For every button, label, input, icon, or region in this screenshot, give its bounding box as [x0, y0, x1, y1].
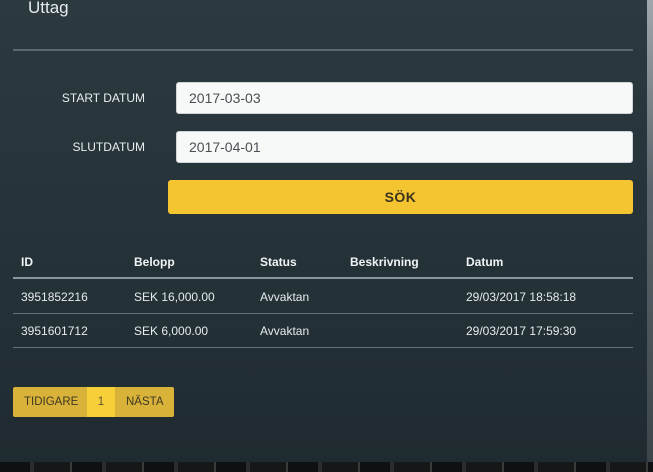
- search-button[interactable]: SÖK: [168, 180, 633, 214]
- background-edge: [647, 0, 653, 472]
- cell-id: 3951852216: [21, 290, 88, 304]
- title-divider: [13, 49, 633, 51]
- end-date-label: SLUTDATUM: [72, 140, 145, 154]
- background-strip: [0, 462, 653, 472]
- end-date-input[interactable]: [176, 131, 633, 163]
- cell-amount: SEK 16,000.00: [134, 290, 215, 304]
- page-number-button[interactable]: 1: [87, 387, 115, 417]
- header-divider: [13, 277, 633, 279]
- cell-date: 29/03/2017 18:58:18: [466, 290, 577, 304]
- start-date-label: START DATUM: [61, 91, 145, 105]
- row-divider: [13, 313, 633, 314]
- row-divider: [13, 347, 633, 348]
- column-header-id: ID: [21, 255, 33, 269]
- start-date-input[interactable]: [176, 82, 633, 114]
- page-title: Uttag: [28, 0, 69, 17]
- next-page-button[interactable]: NÄSTA: [115, 387, 174, 417]
- column-header-status: Status: [260, 255, 297, 269]
- column-header-description: Beskrivning: [350, 255, 419, 269]
- column-header-date: Datum: [466, 255, 504, 269]
- cell-status: Avvaktan: [260, 324, 310, 338]
- withdrawals-panel: Uttag START DATUM SLUTDATUM SÖK ID Belop…: [0, 0, 647, 462]
- previous-page-button[interactable]: TIDIGARE: [13, 387, 87, 417]
- cell-id: 3951601712: [21, 324, 88, 338]
- cell-date: 29/03/2017 17:59:30: [466, 324, 577, 338]
- column-header-amount: Belopp: [134, 255, 175, 269]
- cell-amount: SEK 6,000.00: [134, 324, 209, 338]
- pagination: TIDIGARE 1 NÄSTA: [13, 387, 174, 417]
- cell-status: Avvaktan: [260, 290, 310, 304]
